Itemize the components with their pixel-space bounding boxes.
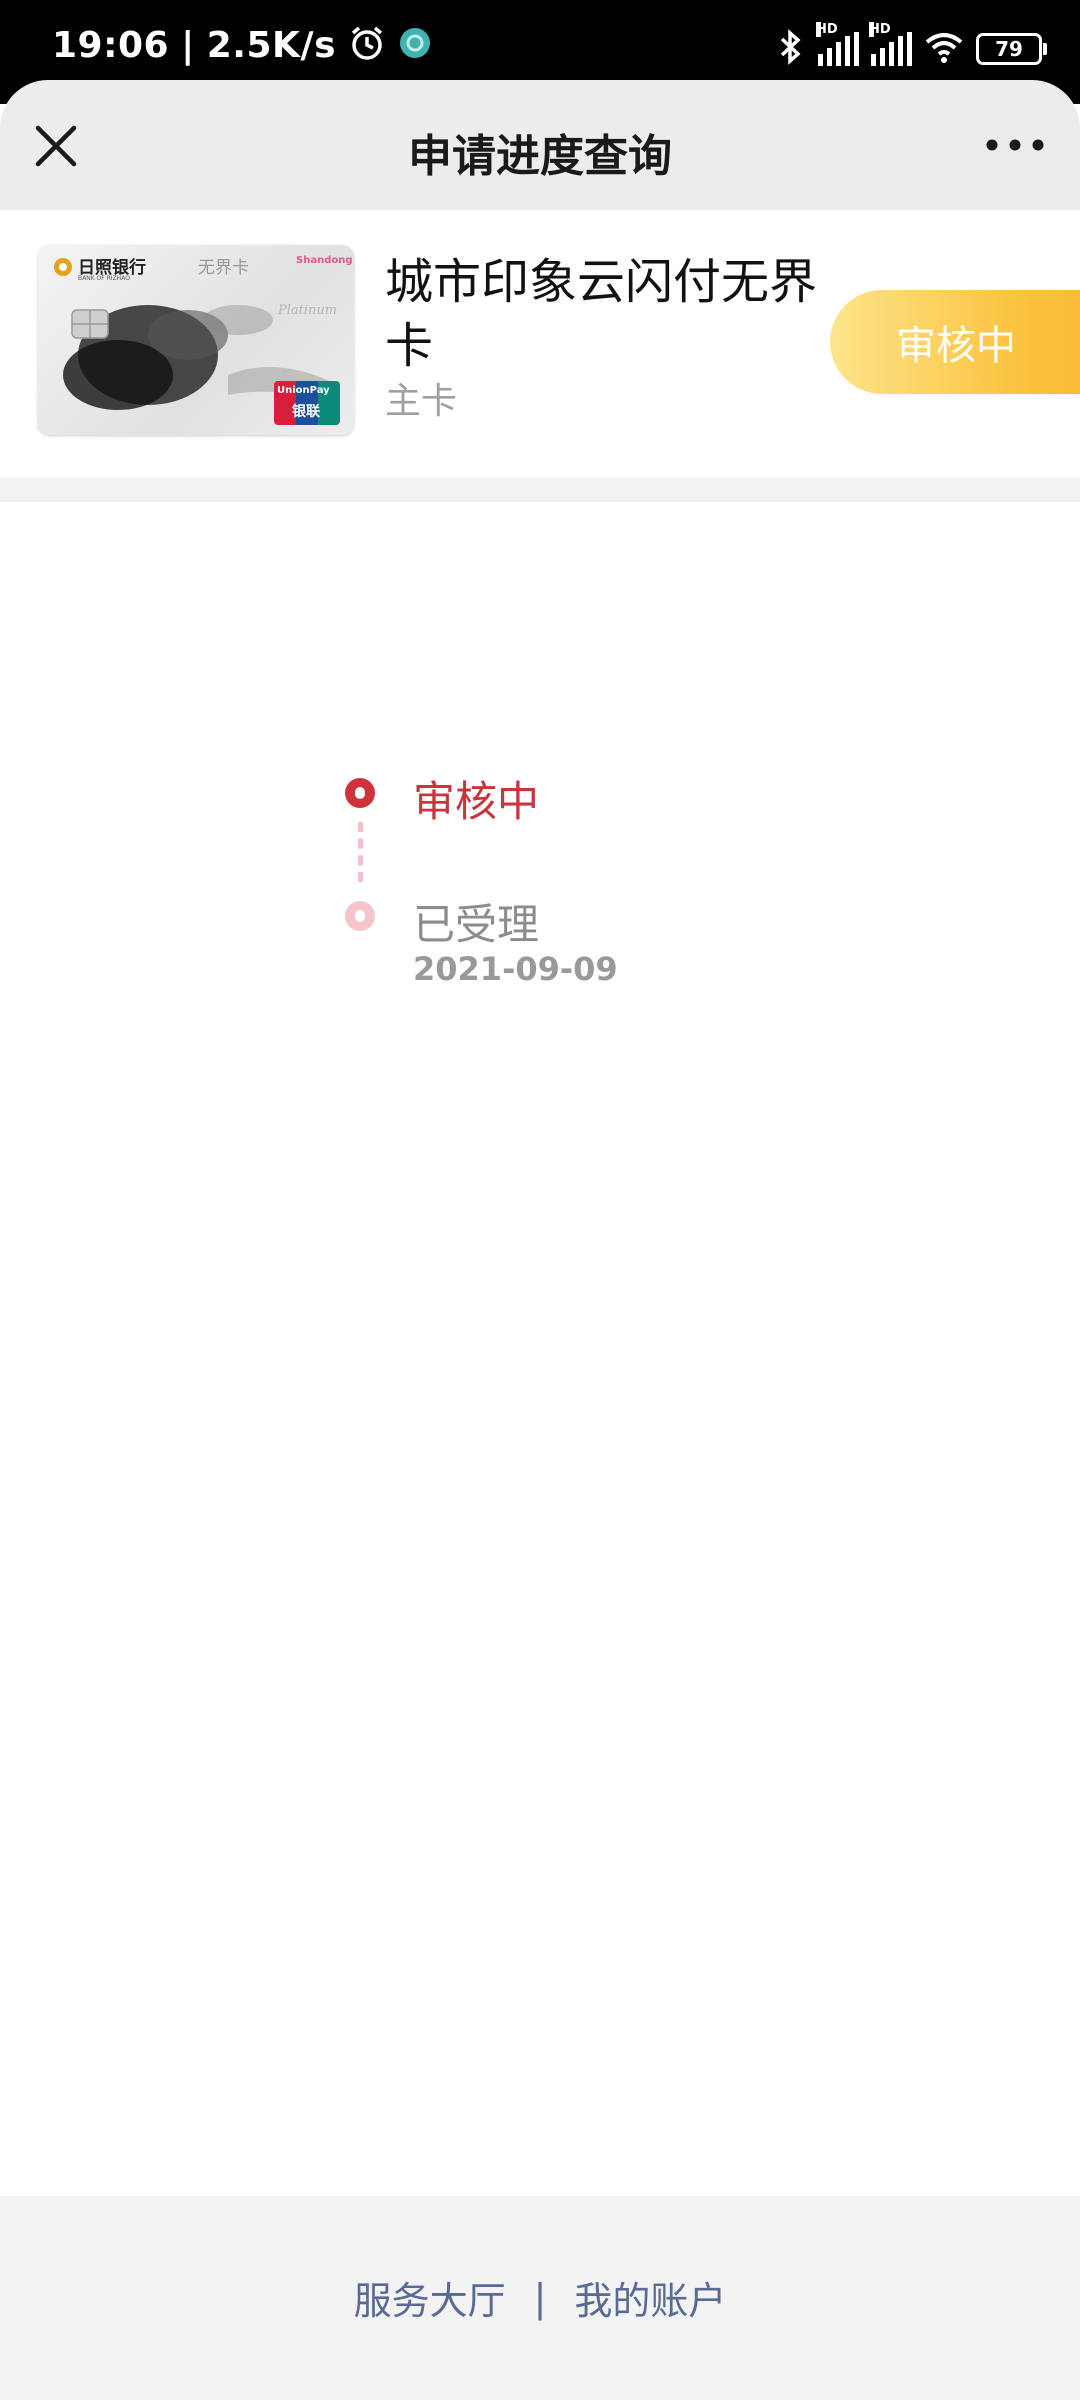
status-badge-label: 审核中 [896, 323, 1016, 369]
page-title: 申请进度查询 [408, 131, 672, 182]
status-net-speed: 2.5K/s [206, 24, 336, 66]
card-platinum-text: Platinum [278, 303, 338, 318]
alarm-icon [348, 24, 386, 66]
status-badge: 审核中 [830, 290, 1080, 394]
card-product-name: 无界卡 [198, 258, 249, 278]
section-divider [0, 478, 1080, 502]
timeline-step-label: 审核中 [413, 777, 540, 826]
footer: 服务大厅 | 我的账户 [0, 2196, 1080, 2400]
more-icon[interactable] [980, 130, 1050, 160]
timeline-step-label: 已受理 [413, 900, 540, 949]
signal-icon: HD [816, 22, 859, 66]
battery-level: 79 [995, 37, 1023, 61]
card-image: 日照银行 BANK OF RIZHAO 无界卡 Shandong Platinu… [38, 245, 354, 435]
footer-link-service-hall[interactable]: 服务大厅 [354, 2270, 506, 2325]
card-name: 城市印象云闪付无界卡 [385, 254, 818, 374]
card-brand-text: Shandong [296, 255, 353, 266]
bluetooth-icon [776, 28, 806, 70]
nav-header: 申请进度查询 [0, 80, 1080, 210]
timeline-connector [358, 822, 363, 882]
battery-icon: 79 [976, 33, 1047, 65]
timeline-dot-done [345, 901, 375, 931]
footer-separator: | [533, 2275, 547, 2320]
unionpay-cn-text: 银联 [292, 404, 320, 420]
signal-hd-label: HD [816, 22, 838, 37]
timeline-step-date: 2021-09-09 [413, 950, 618, 988]
card-type: 主卡 [385, 381, 458, 422]
unionpay-logo: UnionPay 银联 [274, 381, 340, 425]
status-time: 19:06 [52, 24, 170, 66]
footer-link-my-account[interactable]: 我的账户 [574, 2270, 726, 2325]
status-divider: | [181, 24, 195, 66]
card-bank-en: BANK OF RIZHAO [78, 275, 130, 282]
unionpay-text: UnionPay [277, 385, 330, 396]
signal-icon-2: HD [869, 22, 912, 66]
wifi-icon [924, 30, 964, 68]
timeline-dot-active [345, 778, 375, 808]
signal-hd-label-2: HD [869, 22, 891, 37]
app-notification-icon [398, 26, 432, 64]
card-panel: 日照银行 BANK OF RIZHAO 无界卡 Shandong Platinu… [0, 210, 1080, 478]
